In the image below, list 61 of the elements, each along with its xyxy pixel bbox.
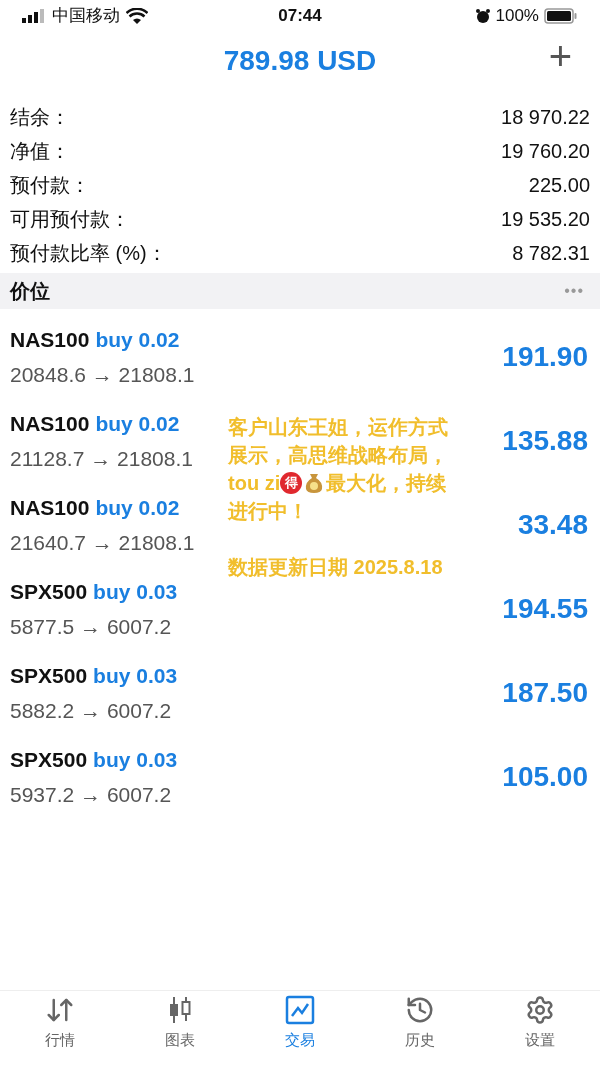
profit-value: 105.00 <box>502 760 588 794</box>
battery-icon <box>544 8 578 24</box>
order-side: buy 0.03 <box>93 746 178 773</box>
money-bag-icon <box>304 472 325 494</box>
symbol-name: NAS100 <box>10 410 90 437</box>
history-icon <box>405 995 435 1025</box>
order-side: buy 0.02 <box>95 410 180 437</box>
profit-value: 194.55 <box>502 592 588 626</box>
profit-value: 33.48 <box>517 508 588 542</box>
summary-value: 8 782.31 <box>512 241 590 266</box>
summary-label: 净值： <box>10 139 70 164</box>
summary-label: 结余： <box>10 105 70 130</box>
price-range: 21640.7 → 21808.1 <box>10 530 195 556</box>
price-range: 5882.2 → 6007.2 <box>10 698 173 724</box>
summary-label: 预付款比率 (%)： <box>10 241 167 266</box>
price-range: 20848.6 → 21808.1 <box>10 362 195 388</box>
tab-button[interactable]: 设置 <box>480 995 600 1052</box>
clock-time: 07:44 <box>278 5 322 28</box>
profit-value: 191.90 <box>502 340 588 374</box>
tab-button[interactable]: 交易 <box>240 995 360 1052</box>
signal-icon <box>22 9 46 23</box>
update-date-text: 数据更新日期 2025.8.18 <box>228 555 444 580</box>
wifi-icon <box>126 8 148 24</box>
price-range: 5937.2 → 6007.2 <box>10 782 173 808</box>
price-range: 5877.5 → 6007.2 <box>10 614 173 640</box>
seal-badge: 得 <box>280 472 303 494</box>
add-button[interactable]: + <box>548 36 572 76</box>
settings-icon <box>525 995 555 1025</box>
summary-value: 19 535.20 <box>501 207 590 232</box>
price-range: 21128.7 → 21808.1 <box>10 446 193 472</box>
symbol-name: NAS100 <box>10 494 90 521</box>
order-side: buy 0.02 <box>95 326 180 353</box>
balance-title: 789.98 USD <box>223 44 377 78</box>
overlay-text: 最大化，持续 <box>326 471 447 496</box>
alarm-icon <box>474 8 491 24</box>
summary-value: 19 760.20 <box>501 139 590 164</box>
overlay-text: 进行中！ <box>228 499 308 524</box>
overlay-text: 客户山东王姐，运作方式 <box>228 415 448 440</box>
overlay-text: tou zi <box>228 471 281 496</box>
symbol-name: SPX500 <box>10 746 88 773</box>
symbol-name: SPX500 <box>10 662 88 689</box>
section-title: 价位 <box>10 279 50 304</box>
candlestick-icon <box>167 995 193 1025</box>
profit-value: 135.88 <box>502 424 588 458</box>
overlay-text: 展示，高思维战略布局， <box>228 443 448 468</box>
symbol-name: SPX500 <box>10 578 88 605</box>
symbol-name: NAS100 <box>10 326 90 353</box>
summary-value: 18 970.22 <box>501 105 590 130</box>
profit-value: 187.50 <box>502 676 588 710</box>
carrier-name: 中国移动 <box>52 5 120 28</box>
order-side: buy 0.03 <box>93 662 178 689</box>
summary-value: 225.00 <box>528 173 590 198</box>
battery-percent: 100% <box>495 5 539 28</box>
line-chart-icon <box>285 995 315 1025</box>
tab-button[interactable]: 行情 <box>0 995 120 1052</box>
tab-button[interactable]: 历史 <box>360 995 480 1052</box>
tab-button[interactable]: 图表 <box>120 995 240 1052</box>
summary-label: 可用预付款： <box>10 207 130 232</box>
order-side: buy 0.03 <box>93 578 178 605</box>
order-side: buy 0.02 <box>95 494 180 521</box>
summary-label: 预付款： <box>10 173 90 198</box>
